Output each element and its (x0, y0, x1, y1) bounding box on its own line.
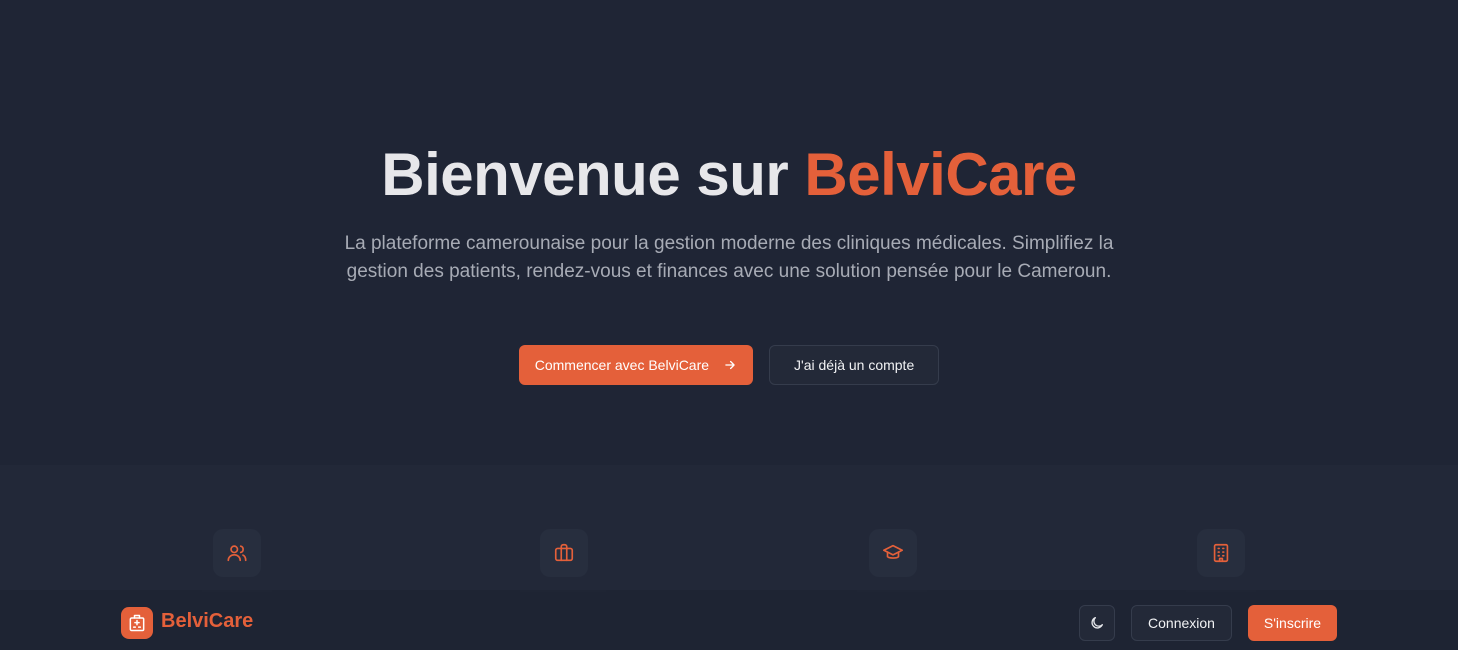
hero-title: Bienvenue sur BelviCare (0, 140, 1458, 209)
start-button-label: Commencer avec BelviCare (534, 357, 710, 373)
signup-button[interactable]: S'inscrire (1248, 605, 1337, 641)
brand-name[interactable]: BelviCare (161, 610, 253, 633)
login-button[interactable]: Connexion (1131, 605, 1232, 641)
hero-title-prefix: Bienvenue sur (381, 141, 805, 208)
building-icon (1197, 529, 1245, 577)
users-icon (213, 529, 261, 577)
hero-section: Bienvenue sur BelviCare La plateforme ca… (0, 0, 1458, 465)
cta-row: Commencer avec BelviCare J'ai déjà un co… (0, 345, 1458, 385)
theme-toggle-button[interactable] (1079, 605, 1115, 641)
hero-title-brand: BelviCare (804, 141, 1077, 208)
graduation-cap-icon (869, 529, 917, 577)
hero-subtitle: La plateforme camerounaise pour la gesti… (344, 233, 1114, 282)
moon-icon (1091, 617, 1103, 629)
existing-account-button[interactable]: J'ai déjà un compte (769, 345, 940, 385)
briefcase-icon (540, 529, 588, 577)
arrow-right-icon (725, 360, 735, 370)
start-button[interactable]: Commencer avec BelviCare (518, 345, 754, 385)
logo-icon[interactable] (121, 607, 153, 639)
